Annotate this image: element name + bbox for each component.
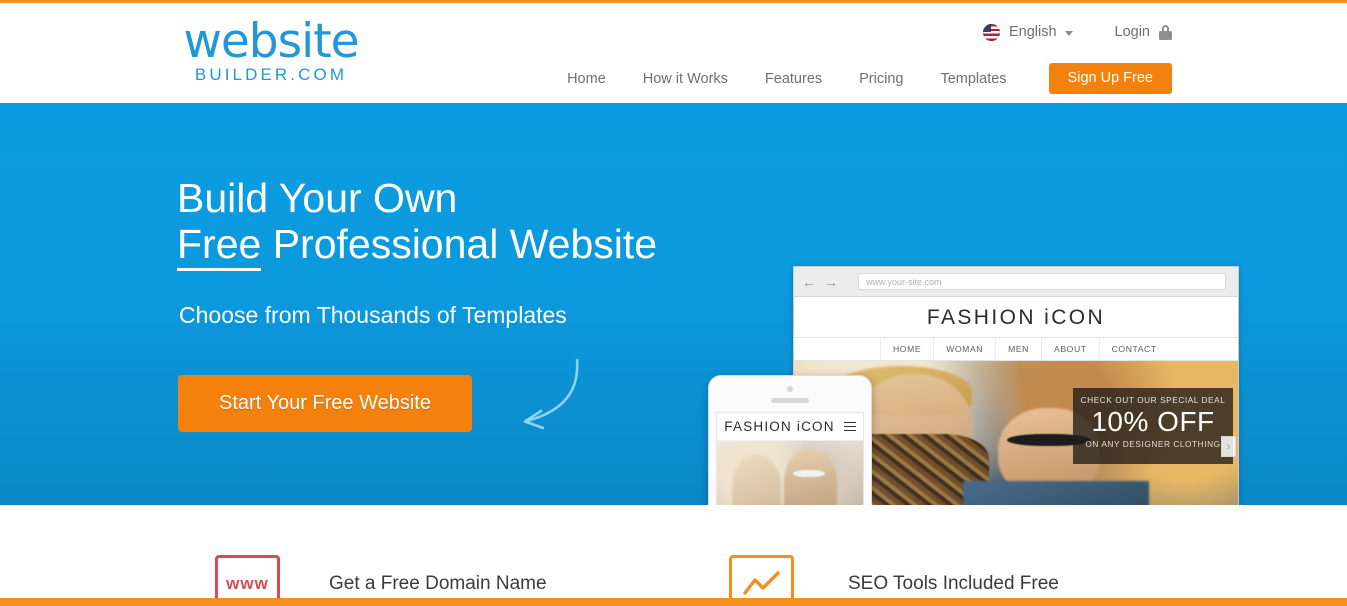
bottom-orange-rule (0, 598, 1347, 606)
nav-item-pricing[interactable]: Pricing (859, 71, 903, 87)
hero-headline-emphasis: Free (177, 221, 262, 271)
mock-nav-about[interactable]: ABOUT (1041, 338, 1099, 360)
phone-site-title: FASHION iCON (724, 419, 835, 434)
browser-toolbar: ← → www.your-site.com (794, 267, 1238, 297)
header-utility-row: English Login (982, 20, 1172, 44)
phone-hero-photo (717, 441, 863, 505)
mock-nav-home[interactable]: HOME (880, 338, 933, 360)
main-navigation: Home How it Works Features Pricing Templ… (567, 61, 1172, 96)
features-strip: www Get a Free Domain Name SEO Tools Inc… (0, 505, 1347, 606)
arrow-right-icon[interactable]: → (824, 275, 838, 289)
feature-label: Get a Free Domain Name (329, 573, 547, 594)
logo-wordmark: website (183, 14, 359, 69)
language-selector-label[interactable]: English (1009, 24, 1057, 40)
nav-item-home[interactable]: Home (567, 71, 606, 87)
mock-nav-contact[interactable]: CONTACT (1098, 338, 1169, 360)
phone-site-title-row: FASHION iCON (717, 413, 863, 441)
hero-subheadline: Choose from Thousands of Templates (179, 302, 567, 328)
phone-photo-person-2 (784, 450, 837, 505)
mock-nav-woman[interactable]: WOMAN (933, 338, 995, 360)
nav-item-templates[interactable]: Templates (940, 71, 1006, 87)
phone-mockup: FASHION iCON CHECK OUT OUR SPECIAL DEAL … (708, 375, 872, 505)
phone-camera-icon (787, 386, 793, 392)
hero-headline: Build Your Own Free Professional Website (177, 175, 817, 271)
slide-deal-overlay: CHECK OUT OUR SPECIAL DEAL 10% OFF ON AN… (1073, 388, 1233, 464)
phone-screen: FASHION iCON CHECK OUT OUR SPECIAL DEAL … (716, 412, 864, 505)
hero-section: Build Your Own Free Professional Website… (0, 103, 1347, 505)
login-link[interactable]: Login (1115, 24, 1150, 40)
phone-photo-person-1 (731, 455, 782, 505)
phone-speaker-icon (771, 398, 809, 403)
nav-item-features[interactable]: Features (765, 71, 822, 87)
mock-site-title: FASHION iCON (794, 297, 1238, 337)
mock-nav-men[interactable]: MEN (995, 338, 1041, 360)
hamburger-icon[interactable] (843, 419, 856, 433)
lock-icon (1159, 24, 1172, 40)
slide-photo-shirt (962, 481, 1150, 505)
mock-site-nav: HOME WOMAN MEN ABOUT CONTACT (794, 337, 1238, 361)
feature-label: SEO Tools Included Free (848, 573, 1059, 594)
start-free-website-button[interactable]: Start Your Free Website (178, 375, 472, 432)
site-header: website BUILDER.COM English Login Home H… (0, 3, 1347, 103)
browser-url-bar[interactable]: www.your-site.com (858, 273, 1226, 290)
deal-line-2: 10% OFF (1091, 406, 1215, 437)
deal-line-1: CHECK OUT OUR SPECIAL DEAL (1080, 395, 1226, 405)
chevron-down-icon[interactable] (1064, 30, 1073, 36)
sign-up-free-button[interactable]: Sign Up Free (1048, 63, 1172, 94)
chevron-right-icon[interactable]: › (1221, 436, 1236, 457)
hero-headline-line1: Build Your Own (177, 175, 458, 221)
phone-photo-sunglasses (792, 469, 826, 477)
hero-headline-line2: Professional Website (261, 221, 658, 267)
us-flag-icon (982, 23, 1000, 41)
curved-arrow-icon (523, 358, 579, 430)
site-logo[interactable]: website BUILDER.COM (176, 16, 366, 88)
nav-item-how-it-works[interactable]: How it Works (643, 71, 728, 87)
deal-line-3: ON ANY DESIGNER CLOTHING (1085, 439, 1221, 449)
arrow-left-icon[interactable]: ← (802, 275, 816, 289)
